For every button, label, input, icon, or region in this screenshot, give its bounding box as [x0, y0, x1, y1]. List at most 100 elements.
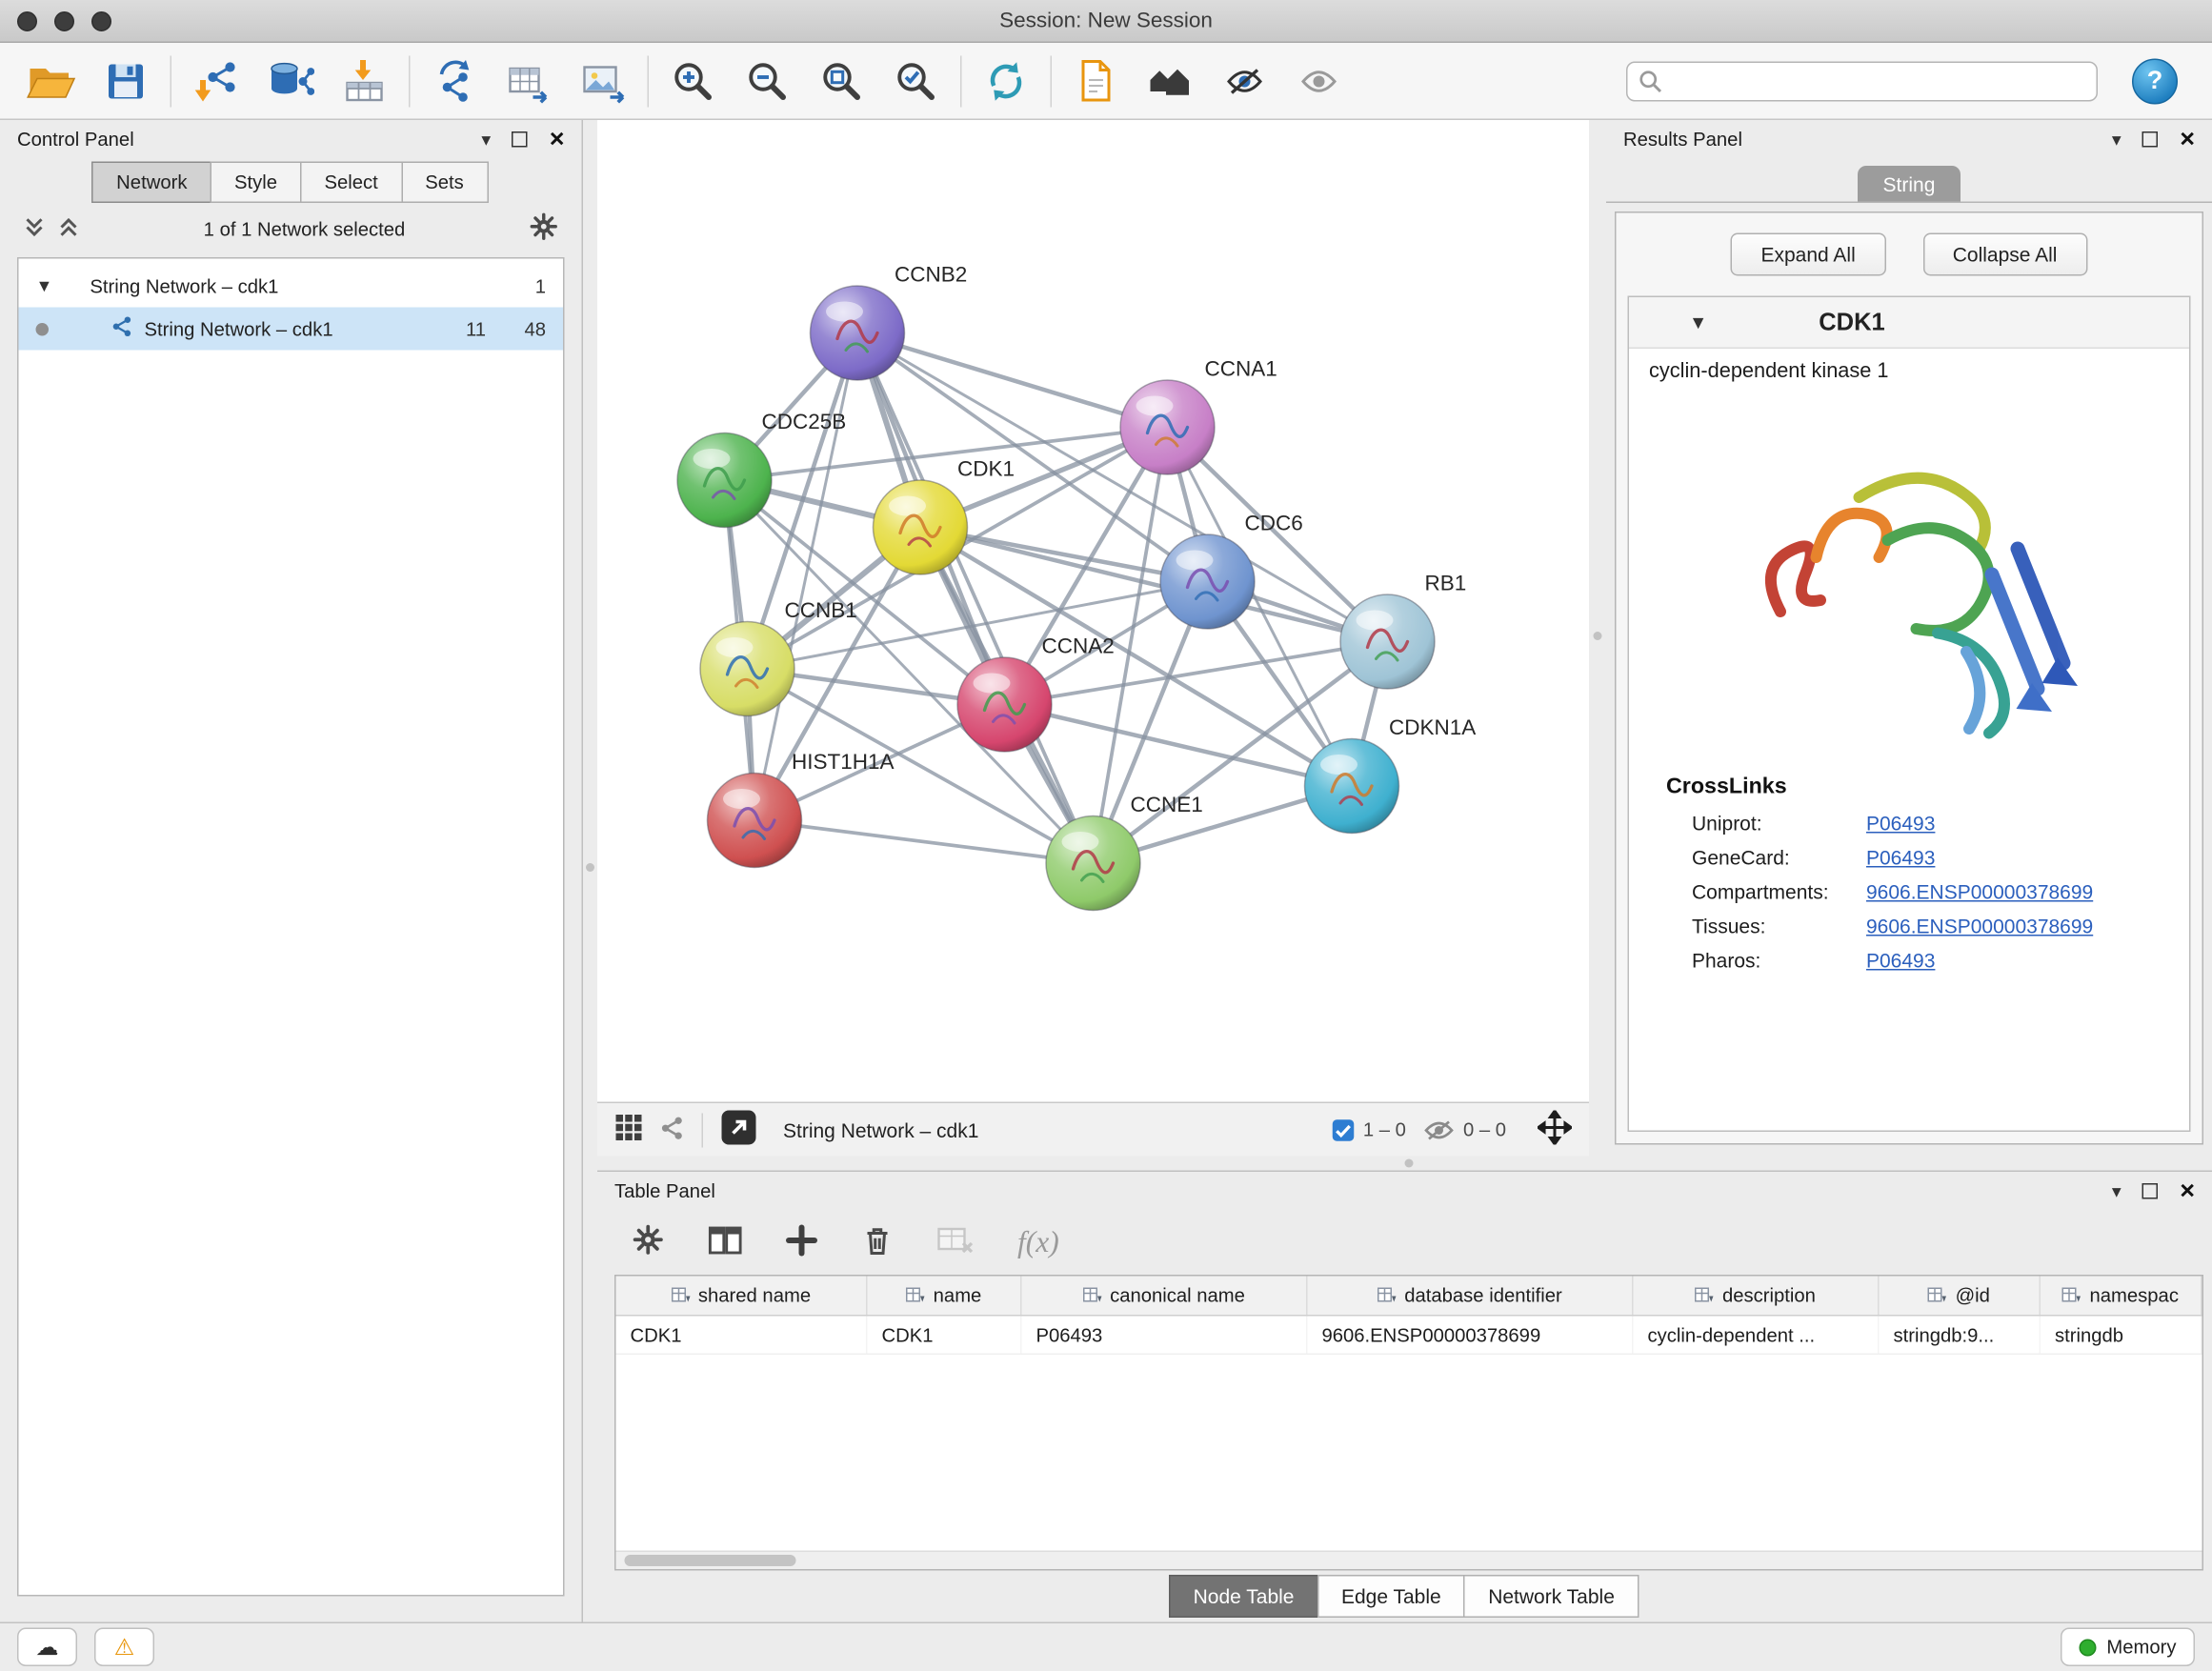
network-share-icon[interactable] — [660, 1116, 685, 1144]
network-options-gear-icon[interactable] — [529, 211, 559, 246]
table-panel-close-icon[interactable]: × — [2180, 1178, 2195, 1203]
network-node-CCNB1[interactable]: CCNB1 — [700, 598, 857, 716]
tab-sets[interactable]: Sets — [401, 162, 489, 204]
network-edge[interactable] — [754, 820, 1094, 863]
import-network-file-button[interactable] — [179, 48, 253, 113]
collapse-all-button[interactable]: Collapse All — [1922, 233, 2087, 276]
table-cell[interactable]: CDK1 — [616, 1317, 868, 1354]
protein-expand-icon[interactable]: ▼ — [1689, 312, 1707, 333]
network-edge[interactable] — [857, 333, 1094, 864]
control-panel-float-icon[interactable] — [513, 131, 529, 147]
crosslink-link[interactable]: P06493 — [1866, 846, 1935, 869]
tab-node-table[interactable]: Node Table — [1169, 1575, 1318, 1618]
tab-edge-table[interactable]: Edge Table — [1317, 1575, 1465, 1618]
column-header[interactable]: namespac — [2041, 1277, 2202, 1316]
crosslink-link[interactable]: 9606.ENSP00000378699 — [1866, 880, 2093, 903]
network-edge[interactable] — [754, 333, 857, 821]
open-session-button[interactable] — [14, 48, 89, 113]
warnings-button[interactable]: ⚠ — [94, 1628, 154, 1667]
results-panel-float-icon[interactable] — [2142, 131, 2159, 147]
hide-selected-button[interactable] — [1208, 48, 1282, 113]
network-collection-row[interactable]: ▼ String Network – cdk1 1 — [19, 265, 564, 308]
table-options-gear-icon[interactable] — [632, 1223, 665, 1260]
table-horizontal-scrollbar[interactable] — [616, 1551, 2202, 1570]
pan-crosshair-icon[interactable] — [1538, 1111, 1572, 1150]
show-all-button[interactable] — [1282, 48, 1357, 113]
zoom-out-button[interactable] — [731, 48, 805, 113]
splitter-handle[interactable] — [1594, 632, 1602, 640]
splitter-handle[interactable] — [586, 863, 594, 872]
results-panel-close-icon[interactable]: × — [2180, 126, 2195, 151]
network-edge[interactable] — [1005, 705, 1353, 787]
left-splitter[interactable] — [583, 120, 597, 1622]
tree-expand-icon[interactable]: ▼ — [36, 276, 53, 296]
tab-style[interactable]: Style — [210, 162, 301, 204]
export-table-button[interactable] — [492, 48, 566, 113]
network-node-RB1[interactable]: RB1 — [1340, 572, 1466, 690]
checkbox-icon[interactable] — [1332, 1118, 1355, 1141]
import-network-database-button[interactable] — [253, 48, 328, 113]
network-canvas[interactable]: CCNB2CCNA1CDC25BCDK1CDC6RB1CCNB1CCNA2CDK… — [597, 120, 1589, 1102]
help-button[interactable]: ? — [2132, 58, 2178, 104]
network-edge[interactable] — [857, 333, 1168, 428]
network-node-CDC6[interactable]: CDC6 — [1160, 512, 1303, 630]
crosslink-link[interactable]: 9606.ENSP00000378699 — [1866, 915, 2093, 937]
delete-column-trash-icon[interactable] — [860, 1222, 895, 1261]
table-cell[interactable]: stringdb — [2041, 1317, 2202, 1354]
table-panel-splitter[interactable] — [597, 1157, 2212, 1171]
tab-string[interactable]: String — [1858, 166, 1961, 202]
center-splitter[interactable] — [1589, 120, 1606, 1157]
tab-select[interactable]: Select — [300, 162, 402, 204]
open-in-new-window-icon[interactable] — [720, 1109, 757, 1151]
cloud-button[interactable]: ☁ — [17, 1628, 77, 1667]
export-image-button[interactable] — [566, 48, 640, 113]
column-header[interactable]: name — [868, 1277, 1022, 1316]
table-cell[interactable]: 9606.ENSP00000378699 — [1308, 1317, 1634, 1354]
zoom-selected-button[interactable] — [879, 48, 954, 113]
window-close-button[interactable] — [17, 11, 37, 31]
save-session-button[interactable] — [89, 48, 163, 113]
window-zoom-button[interactable] — [91, 11, 111, 31]
hidden-eye-slash-icon[interactable] — [1423, 1118, 1455, 1141]
column-header[interactable]: database identifier — [1308, 1277, 1634, 1316]
crosslink-link[interactable]: P06493 — [1866, 812, 1935, 835]
column-header[interactable]: shared name — [616, 1277, 868, 1316]
results-panel-collapse-icon[interactable]: ▾ — [2112, 130, 2122, 149]
table-cell[interactable]: CDK1 — [868, 1317, 1022, 1354]
control-panel-collapse-icon[interactable]: ▾ — [481, 130, 491, 149]
column-header[interactable]: description — [1634, 1277, 1880, 1316]
memory-button[interactable]: Memory — [2061, 1628, 2195, 1667]
table-cell[interactable]: cyclin-dependent ... — [1634, 1317, 1880, 1354]
network-node-CCNA1[interactable]: CCNA1 — [1120, 357, 1277, 475]
window-minimize-button[interactable] — [54, 11, 74, 31]
scrollbar-thumb[interactable] — [625, 1555, 796, 1566]
tab-network-table[interactable]: Network Table — [1464, 1575, 1639, 1618]
tab-network[interactable]: Network — [92, 162, 211, 204]
column-header[interactable]: @id — [1880, 1277, 2041, 1316]
table-panel-float-icon[interactable] — [2142, 1182, 2159, 1198]
network-node-CCNB2[interactable]: CCNB2 — [811, 263, 968, 381]
column-header[interactable]: canonical name — [1022, 1277, 1308, 1316]
show-columns-icon[interactable] — [708, 1222, 744, 1261]
new-network-from-selection-button[interactable] — [417, 48, 492, 113]
network-node-CDK1[interactable]: CDK1 — [874, 457, 1016, 574]
collapse-all-icon[interactable] — [23, 215, 46, 243]
network-row[interactable]: String Network – cdk1 11 48 — [19, 308, 564, 351]
document-button[interactable] — [1059, 48, 1134, 113]
table-panel-collapse-icon[interactable]: ▾ — [2112, 1181, 2122, 1200]
add-column-icon[interactable] — [786, 1224, 817, 1260]
search-input[interactable] — [1626, 61, 2098, 101]
crosslink-link[interactable]: P06493 — [1866, 949, 1935, 972]
expand-all-icon[interactable] — [57, 215, 80, 243]
splitter-handle[interactable] — [1405, 1159, 1414, 1168]
zoom-fit-button[interactable] — [805, 48, 879, 113]
import-table-button[interactable] — [328, 48, 402, 113]
expand-all-button[interactable]: Expand All — [1731, 233, 1885, 276]
table-cell[interactable]: stringdb:9... — [1880, 1317, 2041, 1354]
network-node-HIST1H1A[interactable]: HIST1H1A — [708, 750, 895, 868]
zoom-in-button[interactable] — [656, 48, 731, 113]
table-cell[interactable]: P06493 — [1022, 1317, 1308, 1354]
grid-view-icon[interactable] — [614, 1114, 643, 1147]
network-node-CDKN1A[interactable]: CDKN1A — [1305, 715, 1477, 834]
protein-card-header[interactable]: ▼ CDK1 — [1629, 297, 2189, 349]
